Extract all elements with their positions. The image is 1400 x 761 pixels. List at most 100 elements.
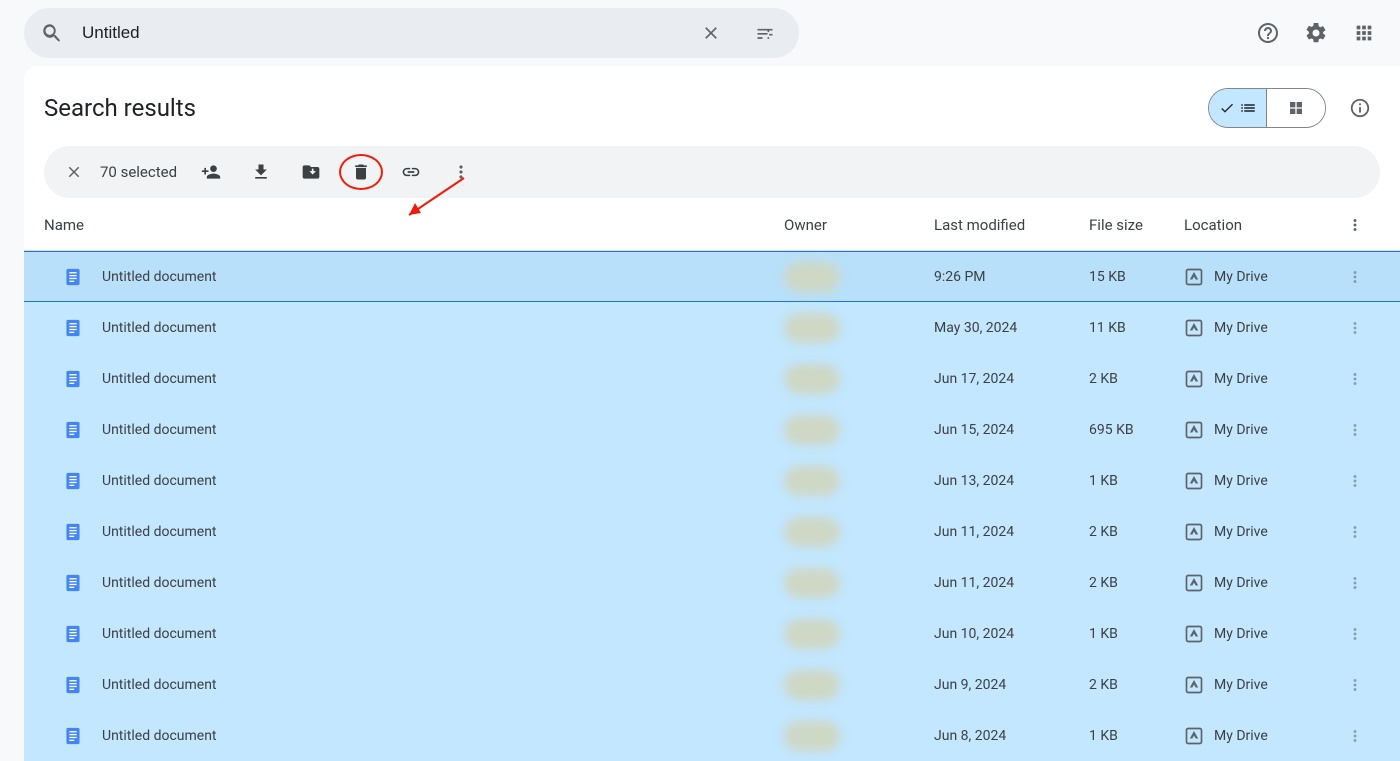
size-cell: 1 KB — [1089, 728, 1184, 744]
info-icon — [1349, 97, 1371, 119]
link-icon — [401, 162, 421, 182]
col-owner[interactable]: Owner — [784, 216, 934, 234]
doc-icon — [64, 674, 82, 696]
row-more-button[interactable] — [1346, 370, 1364, 388]
modified-cell: Jun 11, 2024 — [934, 524, 1089, 540]
location-label[interactable]: My Drive — [1214, 320, 1268, 336]
location-label[interactable]: My Drive — [1214, 422, 1268, 438]
owner-avatar — [784, 619, 840, 649]
owner-avatar — [784, 415, 840, 445]
col-modified[interactable]: Last modified — [934, 216, 1089, 234]
owner-avatar — [784, 466, 840, 496]
table-row[interactable]: Untitled documentMay 30, 202411 KBMy Dri… — [24, 302, 1400, 353]
owner-avatar — [784, 517, 840, 547]
get-link-button[interactable] — [391, 152, 431, 192]
doc-icon — [64, 470, 82, 492]
share-button[interactable] — [191, 152, 231, 192]
col-location[interactable]: Location — [1184, 216, 1330, 234]
size-cell: 11 KB — [1089, 320, 1184, 336]
drive-icon — [1184, 471, 1204, 491]
modified-cell: Jun 15, 2024 — [934, 422, 1089, 438]
row-more-button[interactable] — [1346, 574, 1364, 592]
close-icon — [65, 163, 83, 181]
size-cell: 15 KB — [1089, 269, 1184, 285]
col-name[interactable]: Name — [44, 216, 784, 234]
grid-view-button[interactable] — [1267, 89, 1325, 127]
row-more-button[interactable] — [1346, 421, 1364, 439]
clear-search-button[interactable] — [691, 13, 731, 53]
row-more-button[interactable] — [1346, 268, 1364, 286]
grid-icon — [1288, 100, 1304, 116]
search-icon — [38, 19, 66, 47]
table-row[interactable]: Untitled documentJun 13, 20241 KBMy Driv… — [24, 455, 1400, 506]
row-more-button[interactable] — [1346, 472, 1364, 490]
file-name: Untitled document — [102, 371, 217, 387]
list-view-button[interactable] — [1209, 89, 1267, 127]
location-label[interactable]: My Drive — [1214, 269, 1268, 285]
location-label[interactable]: My Drive — [1214, 728, 1268, 744]
download-button[interactable] — [241, 152, 281, 192]
list-icon — [1239, 99, 1257, 117]
search-bar[interactable] — [24, 8, 799, 58]
location-label[interactable]: My Drive — [1214, 524, 1268, 540]
row-more-button[interactable] — [1346, 319, 1364, 337]
modified-cell: May 30, 2024 — [934, 320, 1089, 336]
table-row[interactable]: Untitled documentJun 15, 2024695 KBMy Dr… — [24, 404, 1400, 455]
doc-icon — [64, 725, 82, 747]
drive-icon — [1184, 267, 1204, 287]
move-to-button[interactable] — [291, 152, 331, 192]
modified-cell: Jun 8, 2024 — [934, 728, 1089, 744]
apps-icon — [1353, 22, 1375, 44]
gear-icon — [1304, 21, 1328, 45]
table-row[interactable]: Untitled document 9:26 PM15 KB My Drive — [24, 251, 1400, 302]
row-more-button[interactable] — [1346, 676, 1364, 694]
drive-icon — [1184, 420, 1204, 440]
check-icon — [1219, 100, 1235, 116]
location-label[interactable]: My Drive — [1214, 371, 1268, 387]
size-cell: 2 KB — [1089, 371, 1184, 387]
location-label[interactable]: My Drive — [1214, 677, 1268, 693]
more-actions-button[interactable] — [441, 152, 481, 192]
location-label[interactable]: My Drive — [1214, 575, 1268, 591]
owner-avatar — [784, 670, 840, 700]
size-cell: 1 KB — [1089, 473, 1184, 489]
table-row[interactable]: Untitled document Jun 17, 20242 KB My Driv… — [24, 353, 1400, 404]
more-vert-icon[interactable] — [1346, 216, 1364, 234]
owner-avatar — [784, 568, 840, 598]
view-toggle — [1208, 88, 1326, 128]
trash-button[interactable] — [341, 152, 381, 192]
row-more-button[interactable] — [1346, 727, 1364, 745]
col-size[interactable]: File size — [1089, 216, 1184, 234]
owner-avatar — [784, 262, 840, 292]
clear-selection-button[interactable] — [54, 152, 94, 192]
table-row[interactable]: Untitled documentJun 11, 20242 KBMy Driv… — [24, 557, 1400, 608]
location-label[interactable]: My Drive — [1214, 626, 1268, 642]
table-header: Name Owner Last modified File size Locat… — [24, 198, 1400, 251]
settings-button[interactable] — [1296, 13, 1336, 53]
annotation-circle — [339, 154, 383, 190]
file-name: Untitled document — [102, 269, 217, 285]
tune-icon — [755, 23, 775, 43]
table-row[interactable]: Untitled documentJun 10, 20241 KBMy Driv… — [24, 608, 1400, 659]
location-label[interactable]: My Drive — [1214, 473, 1268, 489]
drive-icon — [1184, 369, 1204, 389]
table-row[interactable]: Untitled documentJun 8, 20241 KBMy Drive — [24, 710, 1400, 761]
table-row[interactable]: Untitled documentJun 11, 20242 KBMy Driv… — [24, 506, 1400, 557]
file-name: Untitled document — [102, 677, 217, 693]
table-row[interactable]: Untitled documentJun 9, 20242 KBMy Drive — [24, 659, 1400, 710]
search-filters-button[interactable] — [745, 13, 785, 53]
modified-cell: Jun 17, 2024 — [934, 371, 1089, 387]
apps-button[interactable] — [1344, 13, 1384, 53]
drive-icon — [1184, 726, 1204, 746]
selection-toolbar: 70 selected — [44, 146, 1380, 198]
modified-cell: 9:26 PM — [934, 269, 1089, 285]
doc-icon — [64, 317, 82, 339]
file-name: Untitled document — [102, 422, 217, 438]
owner-avatar — [784, 721, 840, 751]
row-more-button[interactable] — [1346, 625, 1364, 643]
search-input[interactable] — [80, 22, 677, 44]
help-button[interactable] — [1248, 13, 1288, 53]
row-more-button[interactable] — [1346, 523, 1364, 541]
details-button[interactable] — [1340, 88, 1380, 128]
modified-cell: Jun 11, 2024 — [934, 575, 1089, 591]
